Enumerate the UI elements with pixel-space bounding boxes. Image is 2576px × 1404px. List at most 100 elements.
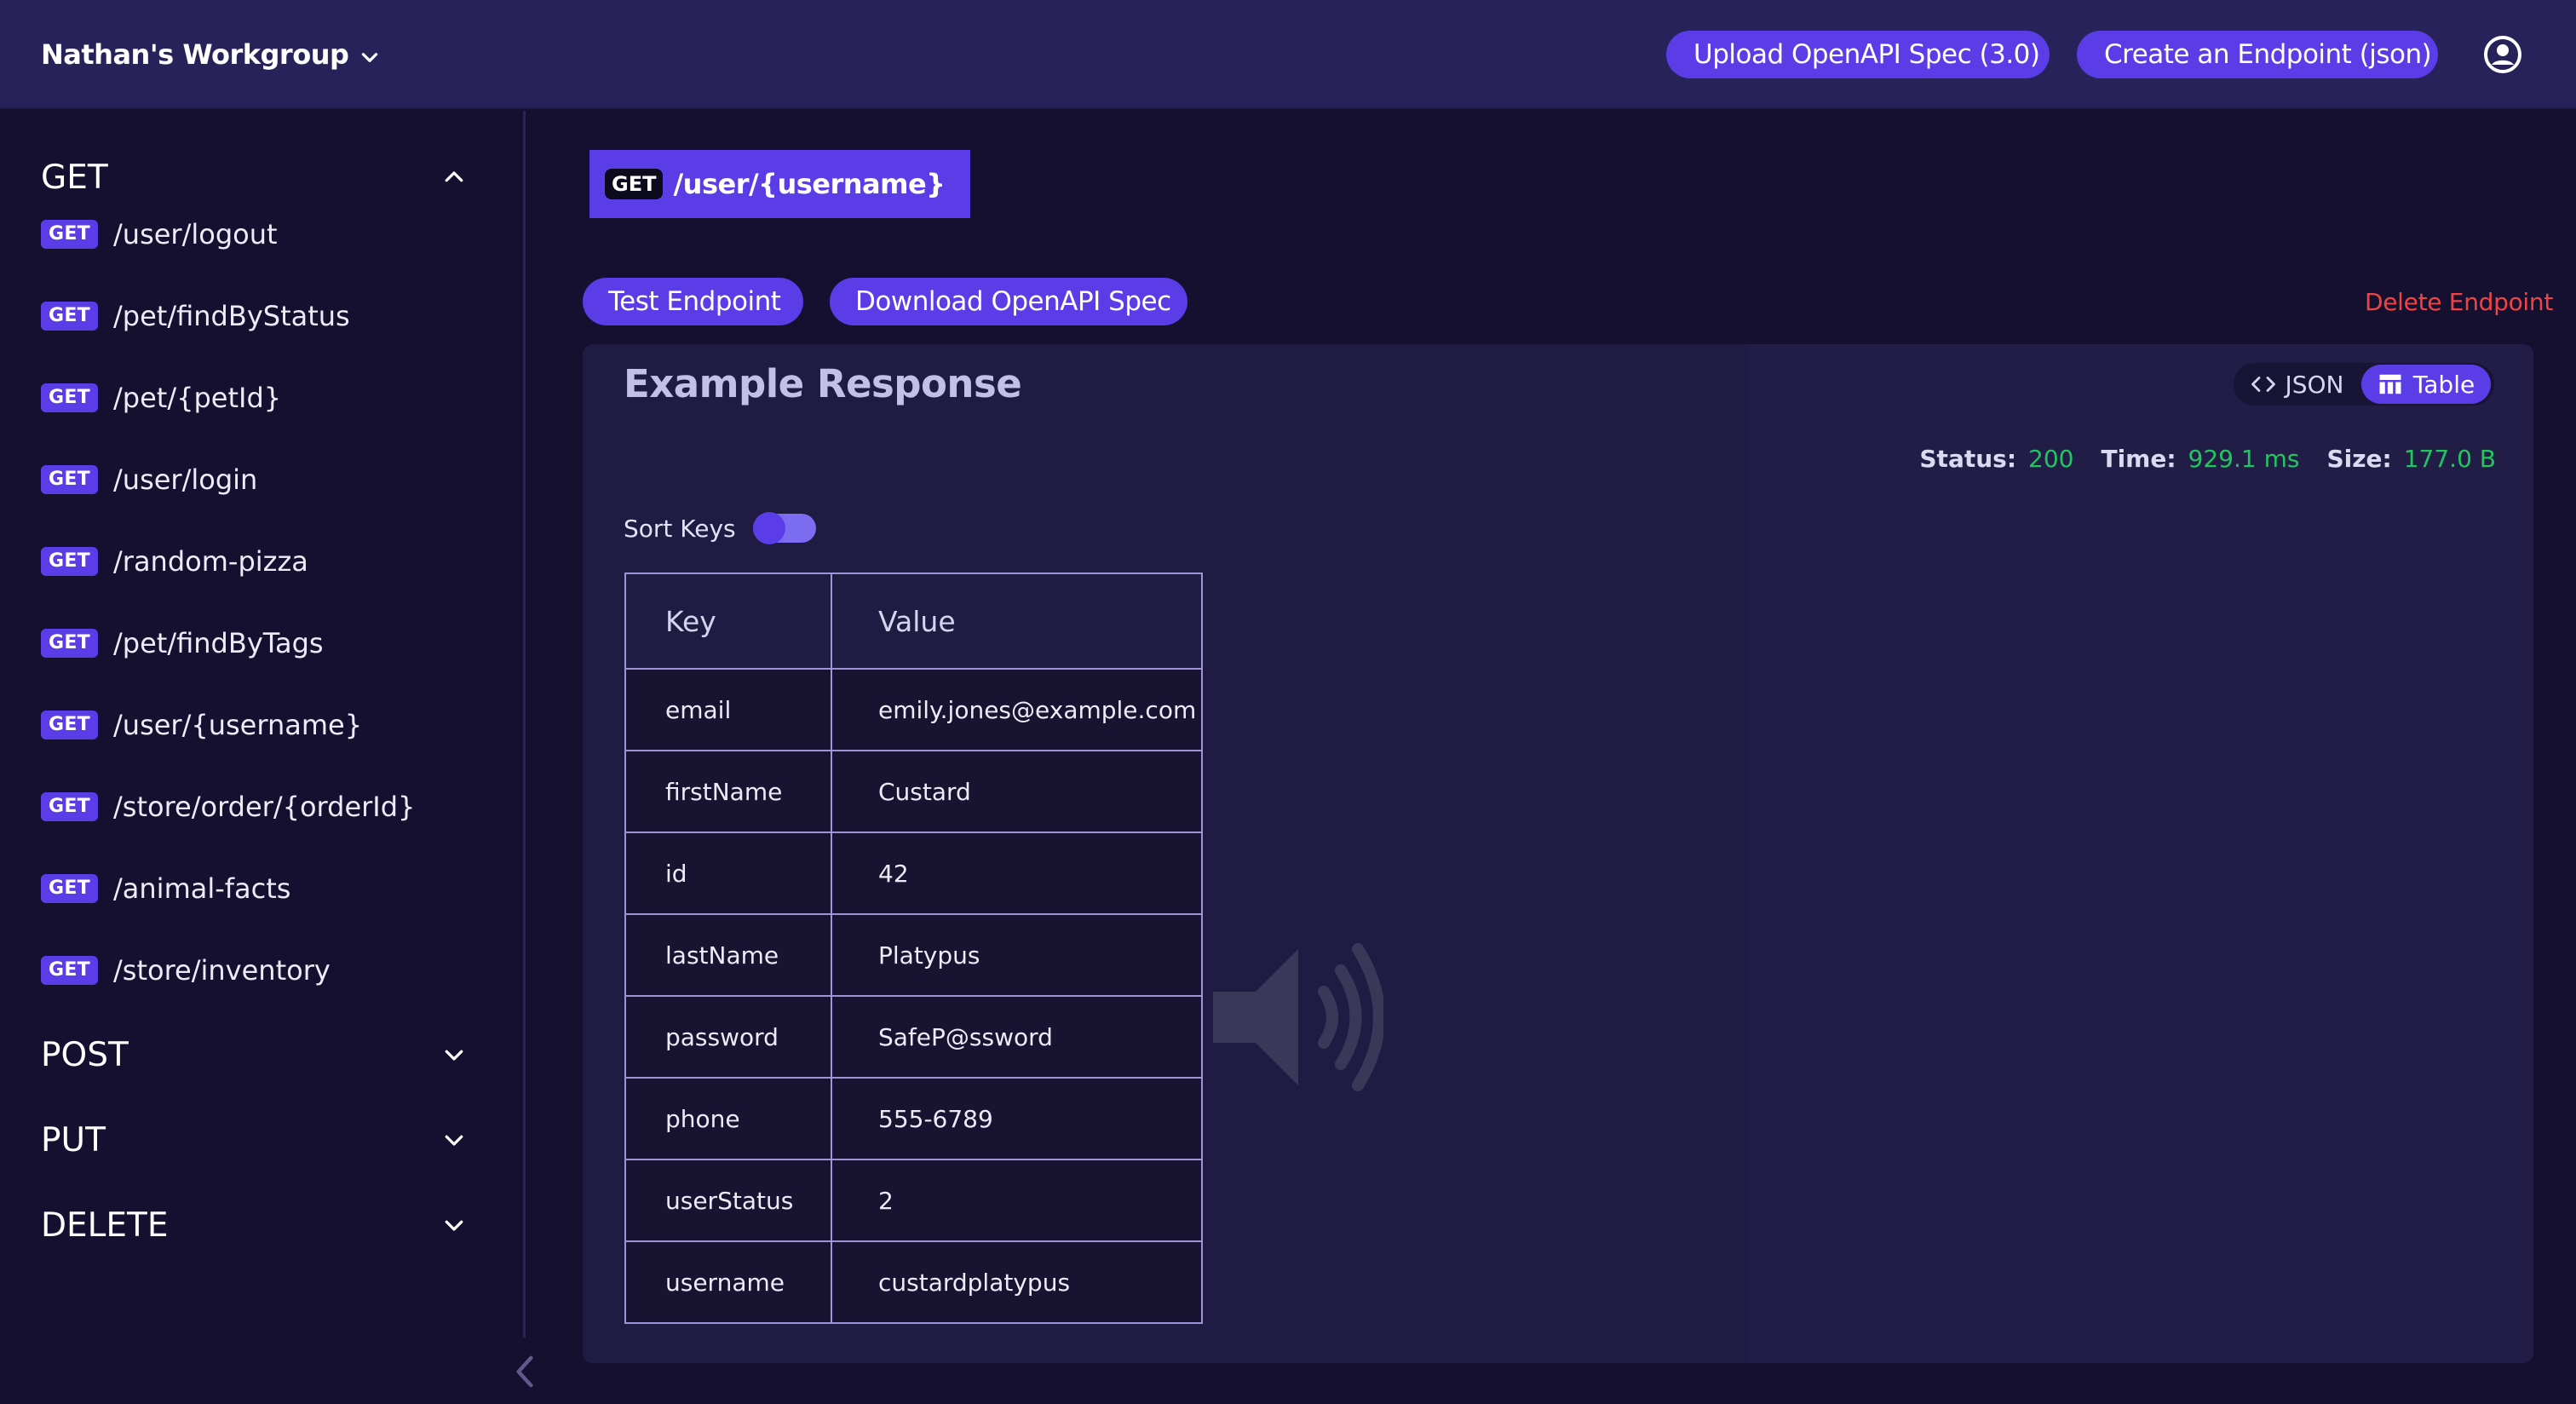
sidebar-group-post[interactable]: POST	[41, 1029, 467, 1080]
chevron-up-icon	[445, 171, 463, 182]
delete-endpoint-link[interactable]: Delete Endpoint	[2365, 288, 2553, 316]
table-row: lastName Platypus	[624, 913, 1203, 997]
json-view-button[interactable]: JSON	[2234, 363, 2361, 406]
method-badge: GET	[41, 465, 98, 494]
table-icon	[2379, 374, 2401, 394]
endpoint-path: /animal-facts	[113, 872, 291, 905]
endpoint-path: /user/login	[113, 463, 258, 496]
sidebar-item-animal-facts[interactable]: GET /animal-facts	[41, 865, 467, 912]
response-table: Key Value email emily.jones@example.com …	[624, 573, 1203, 1324]
sidebar-item-pet-petid[interactable]: GET /pet/{petId}	[41, 374, 467, 422]
method-badge: GET	[41, 383, 98, 412]
code-icon	[2251, 377, 2276, 392]
sort-keys-toggle[interactable]	[752, 512, 816, 544]
speaker-watermark-icon	[1213, 943, 1383, 1091]
status-value: 200	[2028, 444, 2074, 473]
account-circle-icon[interactable]	[2482, 34, 2523, 75]
size-label: Size:	[2326, 444, 2392, 473]
table-view-button[interactable]: Table	[2361, 365, 2491, 404]
group-label: PUT	[41, 1120, 106, 1159]
table-row: password SafeP@ssword	[624, 995, 1203, 1079]
sort-keys-label: Sort Keys	[624, 514, 736, 543]
endpoint-path: /user/logout	[113, 218, 278, 250]
table-view-label: Table	[2412, 370, 2475, 399]
active-endpoint-tab[interactable]: GET /user/{username}	[589, 150, 970, 218]
sidebar-item-pet-findbystatus[interactable]: GET /pet/findByStatus	[41, 292, 467, 340]
sidebar-item-user-logout[interactable]: GET /user/logout	[41, 210, 467, 258]
method-badge: GET	[41, 302, 98, 331]
tab-endpoint-path: /user/{username}	[673, 168, 946, 200]
time-value: 929.1 ms	[2188, 444, 2300, 473]
value-cell: 555-6789	[831, 1077, 1203, 1160]
method-badge: GET	[41, 547, 98, 576]
key-cell: username	[624, 1240, 832, 1324]
group-label: DELETE	[41, 1205, 169, 1245]
value-cell: SafeP@ssword	[831, 995, 1203, 1079]
sidebar-item-pet-findbytags[interactable]: GET /pet/findByTags	[41, 619, 467, 667]
sidebar-item-store-inventory[interactable]: GET /store/inventory	[41, 947, 467, 994]
create-endpoint-button[interactable]: Create an Endpoint (json)	[2077, 31, 2438, 78]
workgroup-name: Nathan's Workgroup	[41, 38, 349, 71]
tab-method-badge: GET	[605, 169, 664, 199]
table-row: id 42	[624, 831, 1203, 915]
example-response-panel: Example Response JSON Table Status: 200 …	[583, 344, 2533, 1363]
panel-background-shade	[1746, 344, 2533, 1363]
value-cell: Custard	[831, 750, 1203, 833]
value-cell: custardplatypus	[831, 1240, 1203, 1324]
table-row: username custardplatypus	[624, 1240, 1203, 1324]
method-badge: GET	[41, 792, 98, 821]
endpoint-path: /pet/{petId}	[113, 382, 282, 414]
key-cell: userStatus	[624, 1159, 832, 1242]
test-endpoint-button[interactable]: Test Endpoint	[583, 278, 803, 325]
endpoint-path: /pet/findByTags	[113, 627, 324, 659]
json-view-label: JSON	[2285, 370, 2344, 399]
key-cell: lastName	[624, 913, 832, 997]
response-meta: Status: 200 Time: 929.1 ms Size: 177.0 B	[1919, 440, 2496, 477]
upload-openapi-button[interactable]: Upload OpenAPI Spec (3.0)	[1666, 31, 2050, 78]
key-cell: id	[624, 831, 832, 915]
group-label: POST	[41, 1035, 129, 1074]
sidebar-group-put[interactable]: PUT	[41, 1114, 467, 1165]
size-value: 177.0 B	[2403, 444, 2496, 473]
endpoint-path: /store/inventory	[113, 954, 331, 987]
chevron-down-icon	[445, 1220, 463, 1231]
chevron-down-icon	[445, 1135, 463, 1146]
value-cell: 2	[831, 1159, 1203, 1242]
chevron-left-icon[interactable]	[509, 1353, 540, 1390]
sidebar-divider	[523, 111, 526, 1338]
sidebar-item-user-login[interactable]: GET /user/login	[41, 456, 467, 503]
toggle-knob	[752, 512, 785, 544]
method-badge: GET	[41, 629, 98, 658]
chevron-down-icon	[445, 1050, 463, 1061]
column-header-value: Value	[831, 573, 1203, 670]
app-root: Nathan's Workgroup Upload OpenAPI Spec (…	[0, 0, 2576, 1404]
sidebar: GET GET /user/logout GET /pet/findByStat…	[0, 111, 525, 1404]
method-badge: GET	[41, 711, 98, 739]
table-row: firstName Custard	[624, 750, 1203, 833]
workgroup-selector[interactable]: Nathan's Workgroup	[41, 31, 381, 78]
endpoint-path: /pet/findByStatus	[113, 300, 350, 332]
table-header-row: Key Value	[624, 573, 1203, 670]
method-badge: GET	[41, 956, 98, 985]
top-header: Nathan's Workgroup Upload OpenAPI Spec (…	[0, 0, 2576, 109]
time-label: Time:	[2101, 444, 2176, 473]
table-row: email emily.jones@example.com	[624, 668, 1203, 751]
response-title: Example Response	[624, 361, 1022, 406]
endpoint-path: /random-pizza	[113, 545, 308, 578]
sidebar-item-store-order-orderid[interactable]: GET /store/order/{orderId}	[41, 783, 467, 831]
sidebar-group-delete[interactable]: DELETE	[41, 1200, 467, 1251]
value-cell: emily.jones@example.com	[831, 668, 1203, 751]
sidebar-item-random-pizza[interactable]: GET /random-pizza	[41, 538, 467, 585]
key-cell: email	[624, 668, 832, 751]
view-mode-toggle: JSON Table	[2234, 363, 2494, 406]
chevron-down-icon	[362, 53, 378, 62]
table-row: userStatus 2	[624, 1159, 1203, 1242]
download-openapi-button[interactable]: Download OpenAPI Spec	[830, 278, 1187, 325]
group-label: GET	[41, 158, 108, 197]
endpoint-path: /user/{username}	[113, 709, 363, 741]
method-badge: GET	[41, 874, 98, 903]
key-cell: password	[624, 995, 832, 1079]
sidebar-group-get[interactable]: GET	[41, 152, 467, 203]
sidebar-item-user-username[interactable]: GET /user/{username}	[41, 701, 467, 749]
table-row: phone 555-6789	[624, 1077, 1203, 1160]
